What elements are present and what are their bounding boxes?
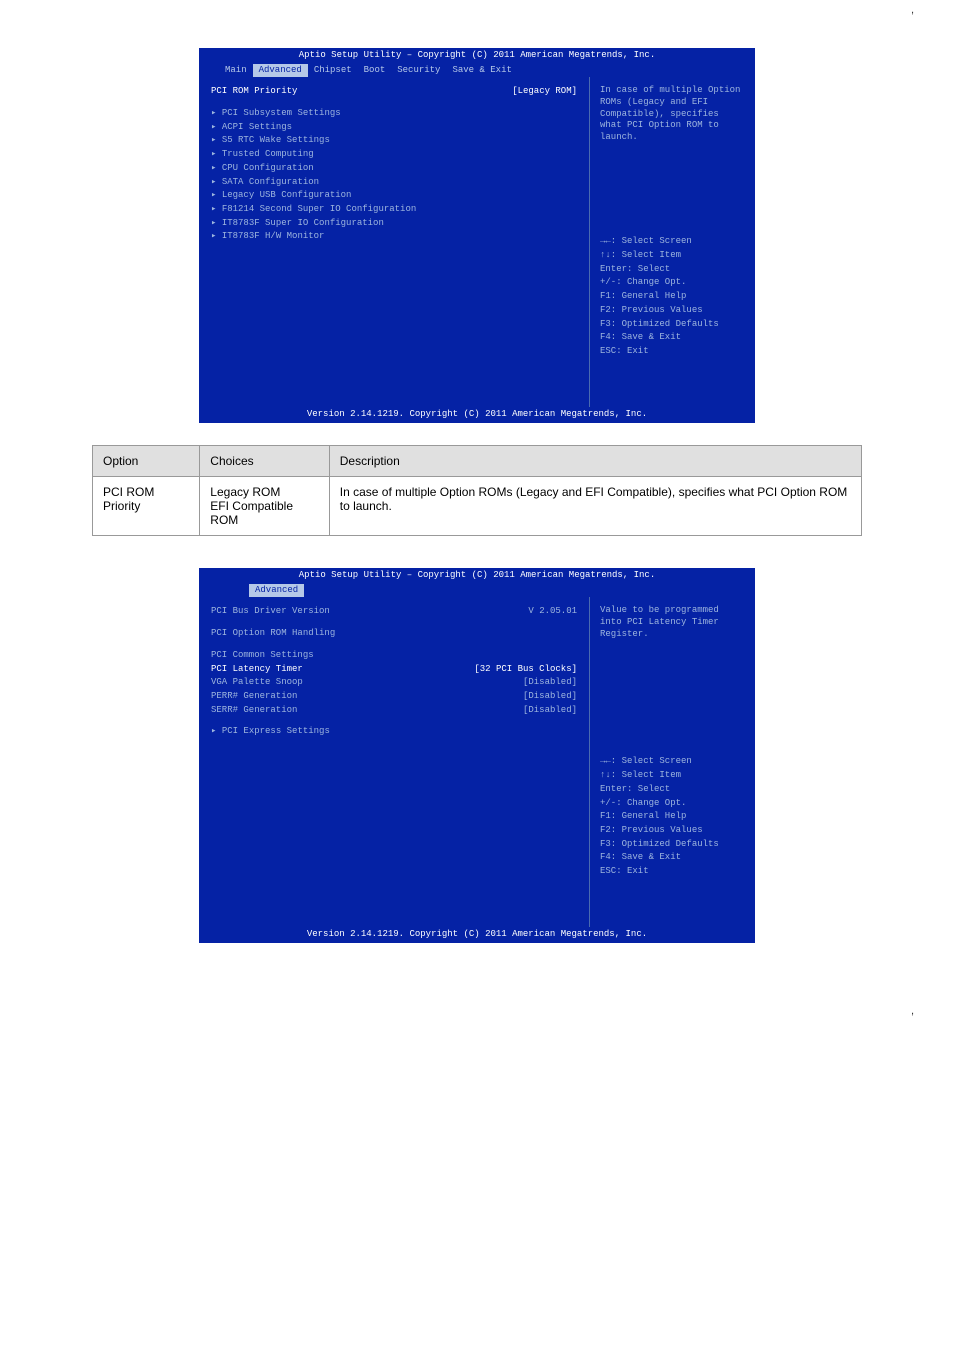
bios1-left-pane: PCI ROM Priority [Legacy ROM] PCI Subsys… bbox=[199, 77, 590, 407]
serr-value: [Disabled] bbox=[523, 705, 577, 717]
submenu-sata-config[interactable]: SATA Configuration bbox=[211, 176, 577, 190]
legend2-esc: ESC: Exit bbox=[600, 865, 745, 879]
cell-choices: Legacy ROM EFI Compatible ROM bbox=[200, 477, 329, 536]
pci-option-rom-label: PCI Option ROM Handling bbox=[211, 628, 577, 640]
bios2-help-text: Value to be programmed into PCI Latency … bbox=[600, 605, 745, 755]
perr-row[interactable]: PERR# Generation [Disabled] bbox=[211, 690, 577, 704]
cell-description: In case of multiple Option ROMs (Legacy … bbox=[329, 477, 861, 536]
bios-screenshot-2: Aptio Setup Utility – Copyright (C) 2011… bbox=[197, 566, 757, 945]
legend-select-screen: →←: Select Screen bbox=[600, 235, 745, 249]
bios2-title: Aptio Setup Utility – Copyright (C) 2011… bbox=[199, 568, 755, 584]
bios2-legend: →←: Select Screen ↑↓: Select Item Enter:… bbox=[600, 755, 745, 878]
bios2-right-pane: Value to be programmed into PCI Latency … bbox=[590, 597, 755, 927]
legend2-change-opt: +/-: Change Opt. bbox=[600, 797, 745, 811]
pci-bus-driver-row: PCI Bus Driver Version V 2.05.01 bbox=[211, 605, 577, 619]
legend-change-opt: +/-: Change Opt. bbox=[600, 276, 745, 290]
table-header-row: Option Choices Description bbox=[93, 446, 862, 477]
legend2-enter: Enter: Select bbox=[600, 783, 745, 797]
vga-palette-label: VGA Palette Snoop bbox=[211, 677, 523, 689]
tab-chipset[interactable]: Chipset bbox=[308, 64, 358, 78]
bios2-footer: Version 2.14.1219. Copyright (C) 2011 Am… bbox=[199, 927, 755, 943]
selected-option-value: [Legacy ROM] bbox=[512, 86, 577, 98]
vga-palette-row[interactable]: VGA Palette Snoop [Disabled] bbox=[211, 676, 577, 690]
pci-common-settings-row: PCI Common Settings bbox=[211, 649, 577, 663]
tab-save-exit[interactable]: Save & Exit bbox=[446, 64, 517, 78]
pci-common-settings-label: PCI Common Settings bbox=[211, 650, 577, 662]
submenu-it8783f-hw[interactable]: IT8783F H/W Monitor bbox=[211, 230, 577, 244]
th-option: Option bbox=[93, 446, 200, 477]
submenu-legacy-usb[interactable]: Legacy USB Configuration bbox=[211, 189, 577, 203]
legend-f4: F4: Save & Exit bbox=[600, 331, 745, 345]
selected-option-row[interactable]: PCI ROM Priority [Legacy ROM] bbox=[211, 85, 577, 99]
perr-value: [Disabled] bbox=[523, 691, 577, 703]
legend2-f4: F4: Save & Exit bbox=[600, 851, 745, 865]
bios1-help-text: In case of multiple Option ROMs (Legacy … bbox=[600, 85, 745, 235]
submenu-cpu-config[interactable]: CPU Configuration bbox=[211, 162, 577, 176]
legend2-f1: F1: General Help bbox=[600, 810, 745, 824]
legend-esc: ESC: Exit bbox=[600, 345, 745, 359]
tab-main[interactable]: Main bbox=[219, 64, 253, 78]
legend2-f3: F3: Optimized Defaults bbox=[600, 838, 745, 852]
serr-row[interactable]: SERR# Generation [Disabled] bbox=[211, 704, 577, 718]
submenu-f81214[interactable]: F81214 Second Super IO Configuration bbox=[211, 203, 577, 217]
legend-select-item: ↑↓: Select Item bbox=[600, 249, 745, 263]
page-bottom-marker: , bbox=[0, 965, 954, 1037]
legend-enter: Enter: Select bbox=[600, 263, 745, 277]
bios2-tabs: Advanced bbox=[199, 584, 755, 598]
bios-screenshot-1: Aptio Setup Utility – Copyright (C) 2011… bbox=[197, 46, 757, 425]
pci-option-rom-row: PCI Option ROM Handling bbox=[211, 627, 577, 641]
pci-latency-value: [32 PCI Bus Clocks] bbox=[474, 664, 577, 676]
bios1-tabs: Main Advanced Chipset Boot Security Save… bbox=[199, 64, 755, 78]
table-row: PCI ROM Priority Legacy ROM EFI Compatib… bbox=[93, 477, 862, 536]
bios2-body: PCI Bus Driver Version V 2.05.01 PCI Opt… bbox=[199, 597, 755, 927]
pci-latency-label: PCI Latency Timer bbox=[211, 664, 474, 676]
bios1-body: PCI ROM Priority [Legacy ROM] PCI Subsys… bbox=[199, 77, 755, 407]
submenu-trusted-computing[interactable]: Trusted Computing bbox=[211, 148, 577, 162]
submenu-pci-express[interactable]: PCI Express Settings bbox=[211, 725, 577, 739]
tab-boot[interactable]: Boot bbox=[358, 64, 392, 78]
bios1-legend: →←: Select Screen ↑↓: Select Item Enter:… bbox=[600, 235, 745, 358]
cell-option: PCI ROM Priority bbox=[93, 477, 200, 536]
th-description: Description bbox=[329, 446, 861, 477]
legend2-select-item: ↑↓: Select Item bbox=[600, 769, 745, 783]
bios1-footer: Version 2.14.1219. Copyright (C) 2011 Am… bbox=[199, 407, 755, 423]
legend2-f2: F2: Previous Values bbox=[600, 824, 745, 838]
page-top-marker: , bbox=[0, 0, 954, 16]
submenu-pci-subsystem[interactable]: PCI Subsystem Settings bbox=[211, 107, 577, 121]
legend-f1: F1: General Help bbox=[600, 290, 745, 304]
serr-label: SERR# Generation bbox=[211, 705, 523, 717]
pci-bus-driver-label: PCI Bus Driver Version bbox=[211, 606, 528, 618]
vga-palette-value: [Disabled] bbox=[523, 677, 577, 689]
perr-label: PERR# Generation bbox=[211, 691, 523, 703]
submenu-acpi[interactable]: ACPI Settings bbox=[211, 121, 577, 135]
bios1-right-pane: In case of multiple Option ROMs (Legacy … bbox=[590, 77, 755, 407]
legend-f2: F2: Previous Values bbox=[600, 304, 745, 318]
submenu-it8783f-io[interactable]: IT8783F Super IO Configuration bbox=[211, 217, 577, 231]
tab-advanced-2[interactable]: Advanced bbox=[249, 584, 304, 598]
legend2-select-screen: →←: Select Screen bbox=[600, 755, 745, 769]
pci-bus-driver-value: V 2.05.01 bbox=[528, 606, 577, 618]
bios1-title: Aptio Setup Utility – Copyright (C) 2011… bbox=[199, 48, 755, 64]
pci-latency-row[interactable]: PCI Latency Timer [32 PCI Bus Clocks] bbox=[211, 663, 577, 677]
th-choices: Choices bbox=[200, 446, 329, 477]
legend-f3: F3: Optimized Defaults bbox=[600, 318, 745, 332]
selected-option-label: PCI ROM Priority bbox=[211, 86, 512, 98]
tab-security[interactable]: Security bbox=[391, 64, 446, 78]
option-description-table: Option Choices Description PCI ROM Prior… bbox=[92, 445, 862, 536]
tab-advanced[interactable]: Advanced bbox=[253, 64, 308, 78]
submenu-s5-rtc[interactable]: S5 RTC Wake Settings bbox=[211, 134, 577, 148]
bios2-left-pane: PCI Bus Driver Version V 2.05.01 PCI Opt… bbox=[199, 597, 590, 927]
